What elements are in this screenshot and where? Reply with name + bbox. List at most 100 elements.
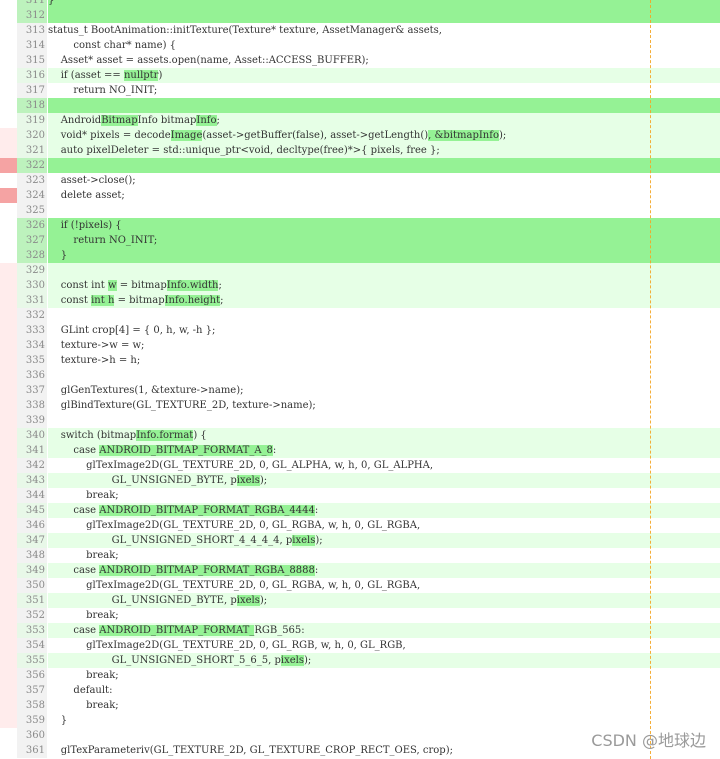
highlighted-change: ixels [280, 655, 304, 666]
code-segment: GL_UNSIGNED_SHORT_4_4_4_4, p [48, 535, 293, 546]
change-marker [0, 488, 17, 503]
change-marker [0, 353, 17, 368]
line-number: 357 [17, 683, 47, 698]
change-marker [0, 668, 17, 683]
code-text: } [48, 0, 720, 8]
code-segment: ); [303, 655, 312, 666]
line-number: 347 [17, 533, 47, 548]
code-text [48, 8, 720, 23]
line-number: 343 [17, 473, 47, 488]
code-text: glTexImage2D(GL_TEXTURE_2D, 0, GL_RGB, w… [48, 638, 720, 653]
code-segment: glTexImage2D(GL_TEXTURE_2D, 0, GL_RGBA, … [48, 580, 421, 591]
code-line: 340 switch (bitmapInfo.format) { [0, 428, 720, 443]
highlighted-change: ixels [236, 595, 260, 606]
code-text: texture->h = h; [48, 353, 720, 368]
line-number: 352 [17, 608, 47, 623]
code-line: 317 return NO_INIT; [0, 83, 720, 98]
code-segment: asset->close(); [48, 175, 136, 186]
code-text: return NO_INIT; [48, 233, 720, 248]
change-marker [0, 8, 17, 23]
line-number: 351 [17, 593, 47, 608]
code-line: 325 [0, 203, 720, 218]
code-text: GL_UNSIGNED_BYTE, pixels); [48, 593, 720, 608]
code-segment: glTexImage2D(GL_TEXTURE_2D, 0, GL_ALPHA,… [48, 460, 434, 471]
code-text [48, 263, 720, 278]
code-segment: ; [220, 295, 224, 306]
line-number: 341 [17, 443, 47, 458]
line-number: 358 [17, 698, 47, 713]
code-segment: break; [48, 670, 119, 681]
change-marker [0, 713, 17, 728]
code-line: 347 GL_UNSIGNED_SHORT_4_4_4_4, pixels); [0, 533, 720, 548]
line-number: 333 [17, 323, 47, 338]
code-text: break; [48, 698, 720, 713]
highlighted-change: Info.width [166, 280, 219, 291]
code-line: 320 void* pixels = decodeImage(asset->ge… [0, 128, 720, 143]
code-segment: RGB_565: [254, 625, 305, 636]
code-text: break; [48, 488, 720, 503]
code-line: 358 break; [0, 698, 720, 713]
code-line: 336 [0, 368, 720, 383]
code-text: GL_UNSIGNED_SHORT_4_4_4_4, pixels); [48, 533, 720, 548]
code-segment: (asset->getBuffer(false), asset->getLeng… [202, 130, 429, 141]
change-marker [0, 443, 17, 458]
code-segment: ); [259, 475, 268, 486]
code-line: 339 [0, 413, 720, 428]
line-number: 336 [17, 368, 47, 383]
code-text: break; [48, 668, 720, 683]
code-segment: ) [158, 70, 163, 81]
code-line: 313 status_t BootAnimation::initTexture(T… [0, 23, 720, 38]
highlighted-change: ANDROID_BITMAP_FORMAT_A_8 [99, 445, 273, 456]
highlighted-change: ixels [292, 535, 316, 546]
change-marker [0, 413, 17, 428]
line-number: 332 [17, 308, 47, 323]
line-number: 327 [17, 233, 47, 248]
code-segment: if (!pixels) { [48, 220, 122, 231]
code-segment: auto pixelDeleter = std::unique_ptr<void… [48, 145, 440, 156]
watermark: CSDN @地球边 [591, 731, 706, 750]
code-segment: return NO_INIT; [48, 235, 158, 246]
code-text: if (asset == nullptr) [48, 68, 720, 83]
highlighted-change: , &bitmapInfo [428, 130, 499, 141]
code-line: 342 glTexImage2D(GL_TEXTURE_2D, 0, GL_AL… [0, 458, 720, 473]
highlighted-change: Info.format [136, 430, 194, 441]
line-number: 355 [17, 653, 47, 668]
code-segment: Android [48, 115, 102, 126]
code-segment: : [314, 505, 319, 516]
line-number: 348 [17, 548, 47, 563]
code-text: switch (bitmapInfo.format) { [48, 428, 720, 443]
change-marker [0, 248, 17, 263]
code-segment: case [48, 565, 100, 576]
code-text: glTexImage2D(GL_TEXTURE_2D, 0, GL_ALPHA,… [48, 458, 720, 473]
code-segment: = bitmap [116, 280, 167, 291]
code-text: break; [48, 608, 720, 623]
code-segment: delete asset; [48, 190, 125, 201]
highlighted-change: ANDROID_BITMAP_FORMAT_RGBA_4444 [99, 505, 315, 516]
code-segment: switch (bitmap [48, 430, 137, 441]
code-text: case ANDROID_BITMAP_FORMAT_A_8: [48, 443, 720, 458]
code-line: 341 case ANDROID_BITMAP_FORMAT_A_8: [0, 443, 720, 458]
code-text: glTexImage2D(GL_TEXTURE_2D, 0, GL_RGBA, … [48, 518, 720, 533]
code-line: 331 const int h = bitmapInfo.height; [0, 293, 720, 308]
line-number: 360 [17, 728, 47, 743]
change-marker [0, 98, 17, 113]
code-line: 326 if (!pixels) { [0, 218, 720, 233]
code-segment: glTexParameteriv(GL_TEXTURE_2D, GL_TEXTU… [48, 745, 453, 756]
change-marker [0, 398, 17, 413]
code-text: delete asset; [48, 188, 720, 203]
change-marker [0, 308, 17, 323]
change-marker [0, 23, 17, 38]
line-number: 328 [17, 248, 47, 263]
change-marker [0, 608, 17, 623]
line-number: 356 [17, 668, 47, 683]
code-text: break; [48, 548, 720, 563]
change-marker [0, 548, 17, 563]
code-segment: const [48, 295, 92, 306]
change-marker [0, 293, 17, 308]
code-segment: : [272, 445, 277, 456]
code-segment: status_t BootAnimation::initTexture(Text… [48, 25, 442, 36]
code-line: 353 case ANDROID_BITMAP_FORMAT_RGB_565: [0, 623, 720, 638]
